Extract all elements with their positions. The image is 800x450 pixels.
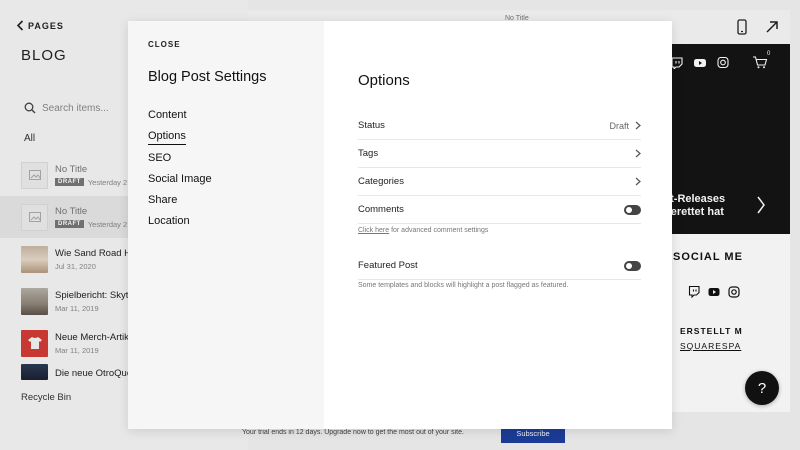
comments-helper-text: for advanced comment settings bbox=[389, 227, 489, 234]
tags-label: Tags bbox=[358, 148, 379, 159]
close-button[interactable]: CLOSE bbox=[148, 40, 181, 49]
tab-social-image[interactable]: Social Image bbox=[148, 172, 212, 193]
tab-label: Location bbox=[148, 215, 190, 228]
tab-label: SEO bbox=[148, 151, 172, 164]
tags-row[interactable]: Tags bbox=[358, 140, 641, 168]
comments-row: Comments bbox=[358, 196, 641, 224]
chevron-right-icon bbox=[635, 121, 641, 130]
featured-helper: Some templates and blocks will highlight… bbox=[358, 282, 569, 289]
comments-helper: Click here for advanced comment settings bbox=[358, 227, 488, 234]
tab-content[interactable]: Content bbox=[148, 108, 212, 129]
options-panel: Options Status Draft Tags Categories Com… bbox=[324, 21, 672, 429]
help-button[interactable]: ? bbox=[745, 371, 779, 405]
comments-toggle[interactable] bbox=[624, 204, 641, 215]
comments-label: Comments bbox=[358, 204, 404, 215]
comments-settings-link[interactable]: Click here bbox=[358, 227, 389, 234]
tab-label: Social Image bbox=[148, 172, 212, 185]
categories-label: Categories bbox=[358, 176, 404, 187]
categories-row[interactable]: Categories bbox=[358, 168, 641, 196]
chevron-right-icon bbox=[635, 177, 641, 186]
status-row[interactable]: Status Draft bbox=[358, 112, 641, 140]
tab-share[interactable]: Share bbox=[148, 193, 212, 214]
options-heading: Options bbox=[358, 72, 410, 89]
featured-label: Featured Post bbox=[358, 260, 418, 271]
tab-options[interactable]: Options bbox=[148, 129, 212, 150]
tab-seo[interactable]: SEO bbox=[148, 151, 212, 172]
featured-toggle[interactable] bbox=[624, 260, 641, 271]
dialog-title: Blog Post Settings bbox=[148, 69, 267, 85]
status-value: Draft bbox=[609, 120, 629, 131]
tab-label: Content bbox=[148, 109, 187, 121]
blog-post-settings-dialog: CLOSE Blog Post Settings Content Options… bbox=[128, 21, 672, 429]
tab-label: Share bbox=[148, 194, 178, 207]
tab-label: Options bbox=[148, 130, 186, 146]
settings-sidebar: CLOSE Blog Post Settings Content Options… bbox=[128, 21, 324, 429]
settings-nav: Content Options SEO Social Image Share L… bbox=[148, 108, 212, 236]
featured-post-row: Featured Post bbox=[358, 252, 641, 280]
chevron-right-icon bbox=[635, 149, 641, 158]
tab-location[interactable]: Location bbox=[148, 214, 212, 235]
status-label: Status bbox=[358, 120, 385, 131]
